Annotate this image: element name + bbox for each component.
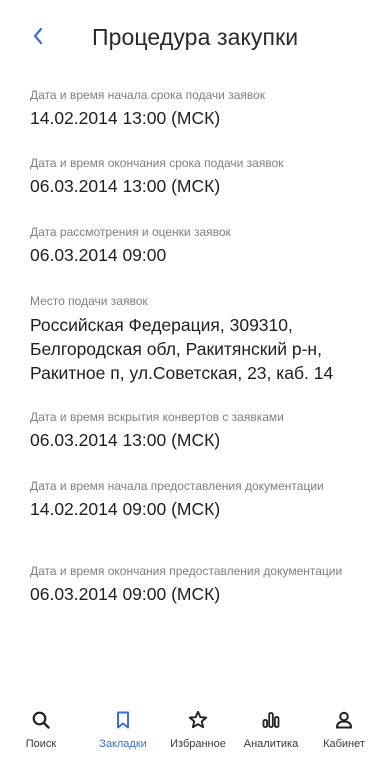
header: Процедура закупки bbox=[0, 0, 384, 76]
page-title: Процедура закупки bbox=[92, 24, 299, 50]
user-icon bbox=[334, 710, 354, 730]
field-label: Дата рассмотрения и оценки заявок bbox=[30, 225, 231, 239]
field-value: Российская Федерация, 309310, Белгородск… bbox=[30, 315, 334, 383]
bookmark-icon bbox=[113, 710, 133, 730]
bottom-nav: Поиск Закладки Избранное Аналитика Кабин… bbox=[0, 704, 384, 762]
field-value: 06.03.2014 13:00 (МСК) bbox=[30, 176, 221, 196]
nav-item-favorites[interactable]: Избранное bbox=[160, 704, 236, 762]
nav-item-bookmarks[interactable]: Закладки bbox=[85, 704, 161, 762]
nav-label: Кабинет bbox=[323, 738, 365, 750]
back-button[interactable] bbox=[26, 22, 50, 50]
field-docs-start: Дата и время начала предоставления докум… bbox=[30, 479, 375, 521]
field-value: 06.03.2014 09:00 bbox=[30, 245, 167, 265]
analytics-icon bbox=[261, 710, 281, 730]
field-value: 06.03.2014 13:00 (МСК) bbox=[30, 430, 221, 450]
field-submission-start: Дата и время начала срока подачи заявок … bbox=[30, 88, 375, 130]
field-review-date: Дата рассмотрения и оценки заявок 06.03.… bbox=[30, 225, 375, 267]
nav-label: Избранное bbox=[170, 738, 226, 750]
field-docs-end: Дата и время окончания предоставления до… bbox=[30, 564, 375, 606]
field-value: 14.02.2014 13:00 (МСК) bbox=[30, 108, 221, 128]
nav-label: Поиск bbox=[25, 738, 57, 750]
field-label: Дата и время начала предоставления докум… bbox=[30, 479, 324, 493]
chevron-left-icon bbox=[32, 27, 44, 45]
field-submission-place: Место подачи заявок Российская Федерация… bbox=[30, 294, 375, 385]
field-label: Дата и время окончания предоставления до… bbox=[30, 564, 343, 578]
search-icon bbox=[31, 710, 51, 730]
field-label: Дата и время начала срока подачи заявок bbox=[30, 88, 266, 102]
nav-label: Закладки bbox=[99, 738, 147, 750]
field-label: Дата и время окончания срока подачи заяв… bbox=[30, 156, 284, 170]
star-icon bbox=[188, 710, 208, 730]
nav-item-search[interactable]: Поиск bbox=[3, 704, 79, 762]
nav-label: Аналитика bbox=[243, 738, 299, 750]
field-label: Место подачи заявок bbox=[30, 294, 148, 308]
nav-item-cabinet[interactable]: Кабинет bbox=[306, 704, 382, 762]
nav-item-analytics[interactable]: Аналитика bbox=[233, 704, 309, 762]
field-value: 06.03.2014 09:00 (МСК) bbox=[30, 584, 221, 604]
field-envelope-opening: Дата и время вскрытия конвертов с заявка… bbox=[30, 410, 375, 452]
field-submission-end: Дата и время окончания срока подачи заяв… bbox=[30, 156, 375, 198]
field-label: Дата и время вскрытия конвертов с заявка… bbox=[30, 410, 284, 424]
field-value: 14.02.2014 09:00 (МСК) bbox=[30, 499, 221, 519]
